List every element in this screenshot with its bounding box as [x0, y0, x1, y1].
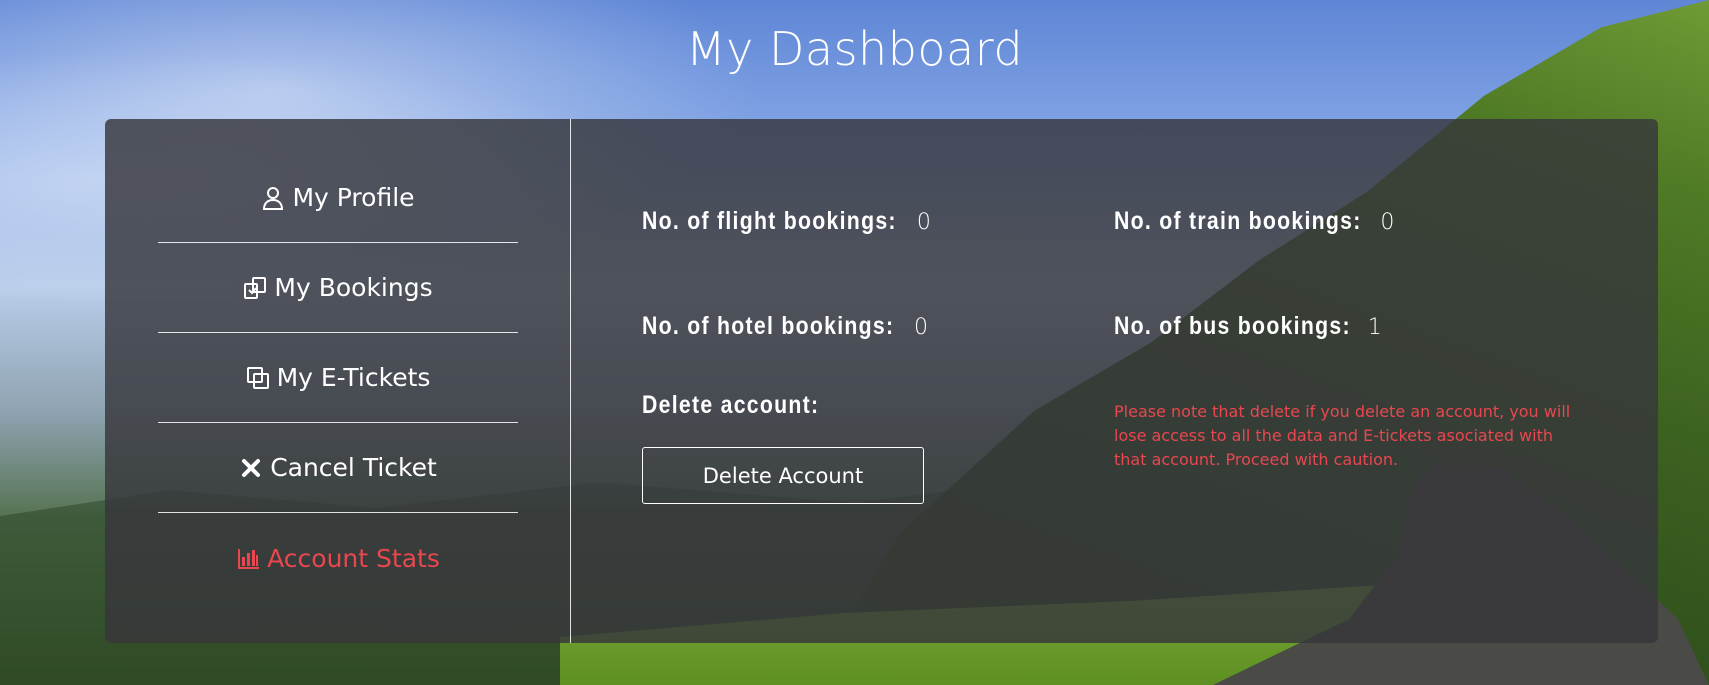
- stat-value: 0: [1380, 210, 1395, 235]
- dashboard-panel: My Profile My Bookings My E-Tickets Canc…: [105, 119, 1658, 643]
- bookings-icon: [242, 275, 268, 301]
- hotel-bookings-stat: No. of hotel bookings: 0: [642, 312, 928, 341]
- stat-value: 0: [913, 315, 928, 340]
- sidebar-item-account-stats[interactable]: Account Stats: [158, 513, 518, 603]
- stat-value: 1: [1367, 315, 1382, 340]
- bar-chart-icon: [235, 545, 261, 571]
- close-icon: [238, 455, 264, 481]
- delete-account-heading: Delete account:: [642, 391, 820, 419]
- sidebar-item-my-e-tickets[interactable]: My E-Tickets: [157, 333, 518, 423]
- copy-icon: [245, 365, 271, 391]
- sidebar-item-label: My E-Tickets: [276, 363, 431, 392]
- flight-bookings-stat: No. of flight bookings: 0: [642, 207, 931, 236]
- stat-label: No. of train bookings:: [1114, 207, 1362, 235]
- stat-label: No. of hotel bookings:: [642, 312, 895, 340]
- stat-label: No. of flight bookings:: [642, 207, 897, 235]
- sidebar: My Profile My Bookings My E-Tickets Canc…: [105, 119, 571, 643]
- sidebar-item-my-profile[interactable]: My Profile: [157, 153, 518, 243]
- sidebar-item-label: My Bookings: [274, 273, 433, 302]
- train-bookings-stat: No. of train bookings: 0: [1114, 207, 1394, 236]
- sidebar-item-my-bookings[interactable]: My Bookings: [157, 243, 518, 333]
- account-stats-content: No. of flight bookings: 0 No. of train b…: [571, 119, 1658, 643]
- user-icon: [260, 185, 286, 211]
- delete-warning-text: Please note that delete if you delete an…: [1114, 402, 1571, 469]
- stat-value: 0: [916, 210, 931, 235]
- sidebar-item-label: Cancel Ticket: [270, 453, 437, 482]
- sidebar-item-cancel-ticket[interactable]: Cancel Ticket: [157, 423, 518, 513]
- sidebar-item-label: Account Stats: [267, 543, 440, 573]
- stat-label: No. of bus bookings:: [1114, 312, 1351, 340]
- delete-account-button[interactable]: Delete Account: [642, 447, 924, 504]
- bus-bookings-stat: No. of bus bookings: 1: [1114, 312, 1382, 341]
- page-title: My Dashboard: [685, 22, 1024, 76]
- sidebar-item-label: My Profile: [292, 183, 415, 212]
